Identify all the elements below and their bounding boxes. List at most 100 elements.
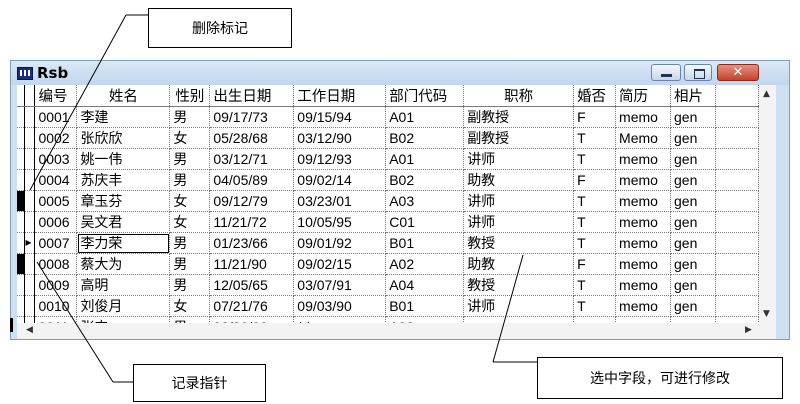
- table-cell-photo[interactable]: gen: [670, 106, 716, 128]
- table-cell-sex[interactable]: 男: [169, 232, 211, 254]
- record-pointer-cell[interactable]: [24, 211, 36, 233]
- column-header[interactable]: 部门代码: [385, 85, 465, 107]
- table-row[interactable]: 0001 李建男 09/17/73 09/15/94 A01 副教授 Fmemo gen: [17, 106, 759, 128]
- table-cell-resume[interactable]: Memo: [615, 127, 672, 149]
- close-button[interactable]: ✕: [717, 64, 759, 81]
- table-cell-sex[interactable]: 男: [169, 148, 211, 170]
- table-cell-title[interactable]: 助教: [463, 169, 575, 191]
- table-cell-birth[interactable]: 03/12/71: [209, 148, 295, 170]
- table-cell-id[interactable]: 0005: [34, 190, 78, 212]
- delete-mark-cell[interactable]: [17, 190, 26, 212]
- table-cell-married[interactable]: T: [573, 274, 617, 296]
- delete-mark-cell[interactable]: [17, 211, 26, 233]
- record-pointer-cell[interactable]: [24, 169, 36, 191]
- table-cell-id[interactable]: 0006: [34, 211, 78, 233]
- record-pointer-cell[interactable]: [24, 295, 36, 317]
- table-cell-photo[interactable]: gen: [670, 169, 716, 191]
- table-row[interactable]: 0007李力荣男01/23/6609/01/92B01教授Tmemogen: [17, 232, 759, 254]
- table-cell-birth[interactable]: 09/12/79: [209, 190, 295, 212]
- scroll-down-icon[interactable]: ▼: [763, 309, 770, 319]
- table-cell-photo[interactable]: gen: [670, 190, 716, 212]
- table-cell-resume[interactable]: memo: [615, 169, 672, 191]
- table-cell-work[interactable]: 09/02/15: [293, 253, 387, 275]
- record-pointer-cell[interactable]: [24, 148, 36, 170]
- table-cell-dept[interactable]: B02: [385, 169, 465, 191]
- table-cell-dept[interactable]: A04: [385, 274, 465, 296]
- table-cell-title[interactable]: 助教: [463, 253, 575, 275]
- table-cell-resume[interactable]: memo: [615, 148, 672, 170]
- table-cell-sex[interactable]: 男: [169, 274, 211, 296]
- table-row[interactable]: 0008 蔡大为男 11/21/90 09/02/15 A02 助教 Fmemo gen: [17, 253, 759, 275]
- column-header[interactable]: 婚否: [573, 85, 617, 107]
- delete-mark-cell[interactable]: [17, 253, 26, 275]
- scroll-up-icon[interactable]: ▲: [763, 89, 770, 99]
- record-pointer-cell[interactable]: [24, 274, 36, 296]
- table-cell-married[interactable]: T: [573, 127, 617, 149]
- column-header[interactable]: 职称: [463, 85, 575, 107]
- table-cell-married[interactable]: F: [573, 169, 617, 191]
- table-cell-sex[interactable]: 男: [169, 106, 211, 128]
- delete-mark-cell[interactable]: [17, 106, 26, 128]
- table-cell-title[interactable]: 讲师: [463, 148, 575, 170]
- table-cell-work[interactable]: 03/12/90: [293, 127, 387, 149]
- vertical-scrollbar[interactable]: ▲ ▼: [759, 85, 776, 323]
- table-cell-work[interactable]: 09/02/14: [293, 169, 387, 191]
- table-cell-birth[interactable]: 11/21/72: [209, 211, 295, 233]
- table-cell-resume[interactable]: memo: [615, 211, 672, 233]
- table-cell-name[interactable]: 刘俊月: [76, 295, 171, 317]
- table-cell-dept[interactable]: B02: [385, 127, 465, 149]
- table-cell-title[interactable]: 讲师: [463, 190, 575, 212]
- table-cell-photo[interactable]: gen: [670, 232, 716, 254]
- table-cell-work[interactable]: 09/01/92: [293, 232, 387, 254]
- table-cell-sex[interactable]: 女: [169, 295, 211, 317]
- table-row[interactable]: 0009 高明男 12/05/65 03/07/91 A04 教授 Tmemo gen: [17, 274, 759, 296]
- table-cell-resume[interactable]: memo: [615, 232, 672, 254]
- table-cell-id[interactable]: 0007: [34, 232, 78, 254]
- delete-mark-cell[interactable]: [17, 127, 26, 149]
- table-cell-married[interactable]: T: [573, 295, 617, 317]
- table-row[interactable]: 0006 吴文君女 11/21/72 10/05/95 C01 讲师 Tmemo gen: [17, 211, 759, 233]
- table-cell-title[interactable]: 教授: [463, 232, 575, 254]
- title-bar[interactable]: Rsb ✕: [11, 61, 789, 85]
- table-cell-work[interactable]: 03/07/91: [293, 274, 387, 296]
- table-cell-dept[interactable]: B01: [385, 232, 465, 254]
- column-header[interactable]: 相片: [670, 85, 716, 107]
- table-cell-name[interactable]: 蔡大为: [76, 253, 171, 275]
- delete-mark-cell[interactable]: [17, 274, 26, 296]
- table-cell-sex[interactable]: 男: [169, 253, 211, 275]
- column-header[interactable]: 简历: [615, 85, 672, 107]
- table-cell-married[interactable]: F: [573, 253, 617, 275]
- table-cell-married[interactable]: T: [573, 148, 617, 170]
- table-cell-dept[interactable]: A02: [385, 253, 465, 275]
- table-cell-dept[interactable]: A01: [385, 106, 465, 128]
- table-cell-title[interactable]: 讲师: [463, 295, 575, 317]
- table-cell-dept[interactable]: A01: [385, 148, 465, 170]
- scroll-left-icon[interactable]: ◀: [26, 325, 33, 335]
- table-cell-name[interactable]: 李力荣: [76, 232, 171, 254]
- table-cell-married[interactable]: F: [573, 106, 617, 128]
- table-cell-title[interactable]: 教授: [463, 274, 575, 296]
- table-cell-married[interactable]: T: [573, 232, 617, 254]
- table-cell-id[interactable]: 0003: [34, 148, 78, 170]
- table-cell-sex[interactable]: 女: [169, 190, 211, 212]
- horizontal-scrollbar[interactable]: ◀ ▶: [17, 323, 759, 339]
- table-cell-title[interactable]: 副教授: [463, 127, 575, 149]
- table-cell-birth[interactable]: 05/28/68: [209, 127, 295, 149]
- table-cell-work[interactable]: 09/03/90: [293, 295, 387, 317]
- table-cell-resume[interactable]: memo: [615, 274, 672, 296]
- table-cell-resume[interactable]: memo: [615, 295, 672, 317]
- table-cell-id[interactable]: 0002: [34, 127, 78, 149]
- column-header[interactable]: 性别: [169, 85, 211, 107]
- table-row[interactable]: 0003 姚一伟男 03/12/71 09/12/93 A01 讲师 Tmemo gen: [17, 148, 759, 170]
- delete-mark-cell[interactable]: [17, 169, 26, 191]
- delete-mark-cell[interactable]: [17, 295, 26, 317]
- record-pointer-cell[interactable]: [24, 127, 36, 149]
- table-row[interactable]: 0002 张欣欣女 05/28/68 03/12/90 B02 副教授 T Memo gen: [17, 127, 759, 149]
- table-cell-dept[interactable]: A03: [385, 190, 465, 212]
- table-cell-resume[interactable]: memo: [615, 106, 672, 128]
- record-pointer-cell[interactable]: [24, 253, 36, 275]
- table-cell-name[interactable]: 李建: [76, 106, 171, 128]
- record-pointer-cell[interactable]: [24, 106, 36, 128]
- table-cell-photo[interactable]: gen: [670, 211, 716, 233]
- record-pointer-cell[interactable]: [24, 232, 36, 254]
